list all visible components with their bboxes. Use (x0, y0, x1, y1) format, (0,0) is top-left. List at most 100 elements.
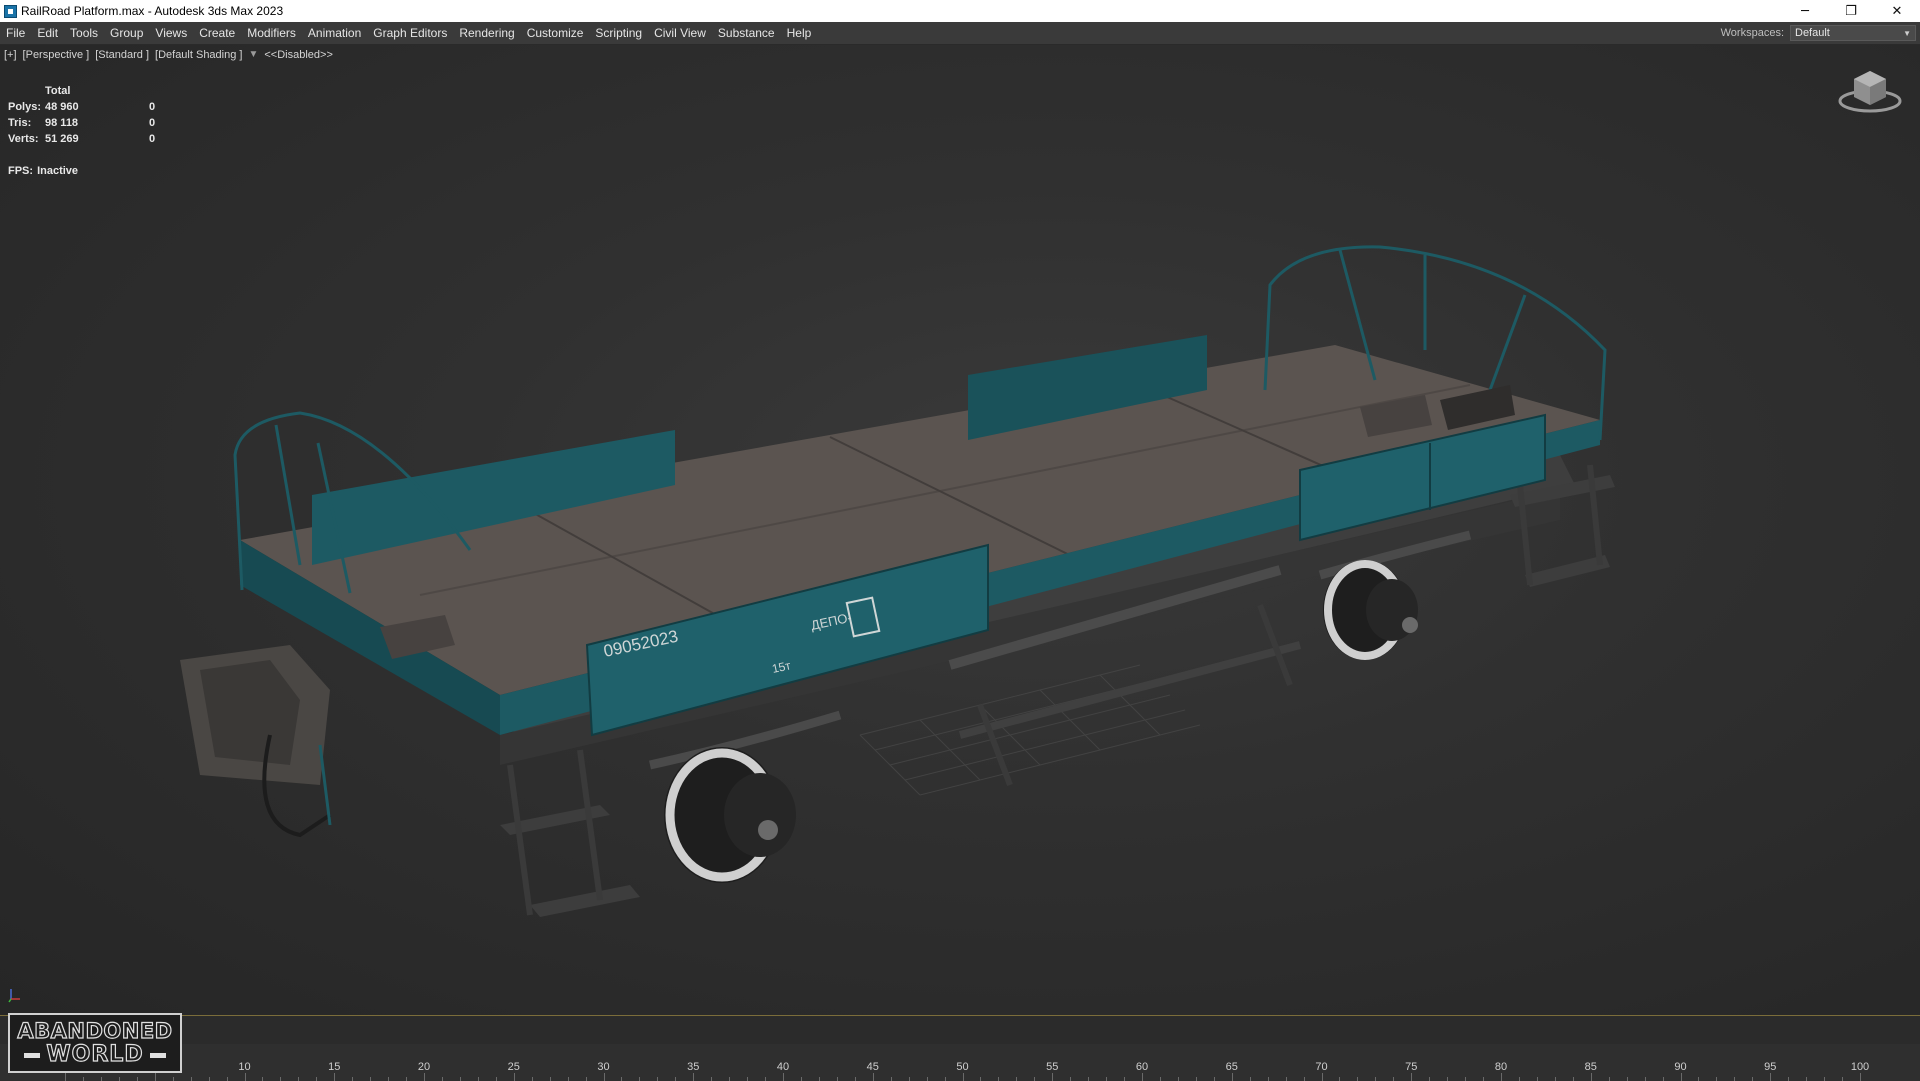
menu-animation[interactable]: Animation (302, 22, 367, 44)
window-title: RailRoad Platform.max - Autodesk 3ds Max… (21, 4, 284, 18)
timeline-tick (190, 1077, 192, 1081)
close-button[interactable]: ✕ (1874, 0, 1920, 22)
menu-file[interactable]: File (0, 22, 31, 44)
axis-tripod-icon (8, 989, 20, 1003)
menu-graph-editors[interactable]: Graph Editors (367, 22, 453, 44)
timeline-tick (1159, 1077, 1161, 1081)
timeline-tick (908, 1077, 910, 1081)
timeline-tick (1016, 1077, 1018, 1081)
timeline-tick (1572, 1077, 1574, 1081)
timeline-tick (226, 1077, 228, 1081)
viewport-standard[interactable]: [Standard ] (95, 49, 149, 61)
menu-scripting[interactable]: Scripting (589, 22, 648, 44)
timeline[interactable]: 5101520253035404550556065707580859095100 (0, 1015, 1920, 1081)
timeline-tick-label: 100 (1850, 1061, 1870, 1073)
timeline-tick (208, 1077, 210, 1081)
timeline-tick (1285, 1077, 1287, 1081)
timeline-tick (800, 1077, 802, 1081)
viewport-menu-plus[interactable]: [+] (4, 49, 17, 61)
stats-polys-label: Polys: (8, 101, 42, 113)
timeline-tick (406, 1077, 408, 1081)
timeline-tick (1249, 1077, 1251, 1081)
timeline-tick (495, 1077, 497, 1081)
timeline-tick (280, 1077, 282, 1081)
timeline-tick (1626, 1077, 1628, 1081)
menu-create[interactable]: Create (193, 22, 241, 44)
timeline-tick-label: 45 (866, 1061, 879, 1073)
front-coupler (180, 645, 332, 838)
timeline-tick (459, 1077, 461, 1081)
timeline-tick (1447, 1077, 1449, 1081)
timeline-tick (531, 1077, 533, 1081)
time-slider-track[interactable]: 5101520253035404550556065707580859095100 (0, 1044, 1920, 1081)
timeline-tick (1644, 1077, 1646, 1081)
stats-header-total: Total (45, 85, 71, 97)
viewport-point-of-view[interactable]: [Perspective ] (23, 49, 90, 61)
timeline-tick (1375, 1077, 1377, 1081)
menu-edit[interactable]: Edit (31, 22, 64, 44)
timeline-tick (477, 1077, 479, 1081)
viewport-shading[interactable]: [Default Shading ] (155, 49, 242, 61)
timeline-tick-label: 35 (687, 1061, 700, 1073)
timeline-tick (944, 1077, 946, 1081)
timeline-tick (316, 1077, 318, 1081)
rear-wheel (1323, 560, 1418, 660)
stats-verts-total: 51 269 (45, 133, 79, 145)
timeline-tick (1518, 1077, 1520, 1081)
timeline-tick-label: 80 (1494, 1061, 1508, 1073)
filter-icon[interactable]: ▼ (248, 49, 258, 61)
logo-bar-right (149, 1052, 166, 1058)
timeline-tick (100, 1077, 102, 1081)
stats-header-selection (149, 83, 183, 99)
timeline-tick (890, 1077, 892, 1081)
timeline-tick (765, 1077, 767, 1081)
timeline-tick (1536, 1077, 1538, 1081)
viewcube-icon[interactable] (1838, 65, 1902, 115)
timeline-tick (1662, 1077, 1664, 1081)
menu-views[interactable]: Views (149, 22, 193, 44)
timeline-tick (711, 1077, 713, 1081)
menu-help[interactable]: Help (781, 22, 818, 44)
menu-group[interactable]: Group (104, 22, 149, 44)
timeline-tick-label: 15 (328, 1061, 341, 1073)
timeline-tick (621, 1077, 623, 1081)
restore-button[interactable]: ❐ (1828, 0, 1874, 22)
timeline-tick (747, 1077, 749, 1081)
timeline-tick (172, 1077, 174, 1081)
timeline-tick (1806, 1077, 1808, 1081)
viewport-filter-state[interactable]: <<Disabled>> (264, 49, 333, 61)
perspective-viewport[interactable]: 09052023 ДЕПО- 15т [+] [Perspective] [S… (0, 45, 1920, 1015)
menu-rendering[interactable]: Rendering (453, 22, 520, 44)
timeline-tick (1465, 1077, 1467, 1081)
menu-modifiers[interactable]: Modifiers (241, 22, 302, 44)
timeline-tick (980, 1077, 982, 1081)
timeline-tick (1088, 1077, 1090, 1081)
menu-tools[interactable]: Tools (64, 22, 104, 44)
timeline-tick (1070, 1077, 1072, 1081)
timeline-tick (82, 1077, 84, 1081)
menu-customize[interactable]: Customize (521, 22, 590, 44)
timeline-tick (1429, 1077, 1431, 1081)
timeline-tick-label: 85 (1584, 1061, 1597, 1073)
timeline-tick (549, 1077, 551, 1081)
minimize-button[interactable]: ─ (1782, 0, 1828, 22)
timeline-tick-label: 10 (238, 1061, 251, 1073)
stats-tris-label: Tris: (8, 117, 32, 129)
timeline-tick (926, 1077, 928, 1081)
timeline-tick (1734, 1077, 1736, 1081)
workspace-value: Default (1795, 27, 1830, 39)
timeline-tick (1716, 1077, 1718, 1081)
menu-substance[interactable]: Substance (712, 22, 781, 44)
timeline-tick (675, 1077, 677, 1081)
timeline-tick (567, 1077, 569, 1081)
timeline-tick-label: 55 (1046, 1061, 1059, 1073)
workspace-label: Workspaces: (1720, 27, 1784, 39)
timeline-tick (1034, 1077, 1036, 1081)
stats-fps-label: FPS: (8, 165, 34, 177)
menu-civil-view[interactable]: Civil View (648, 22, 712, 44)
workspace-dropdown[interactable]: Default ▼ (1790, 25, 1916, 41)
logo-line2: WORLD (46, 1042, 144, 1067)
timeline-tick (1124, 1077, 1126, 1081)
timeline-tick (441, 1077, 443, 1081)
timeline-tick (1393, 1077, 1395, 1081)
